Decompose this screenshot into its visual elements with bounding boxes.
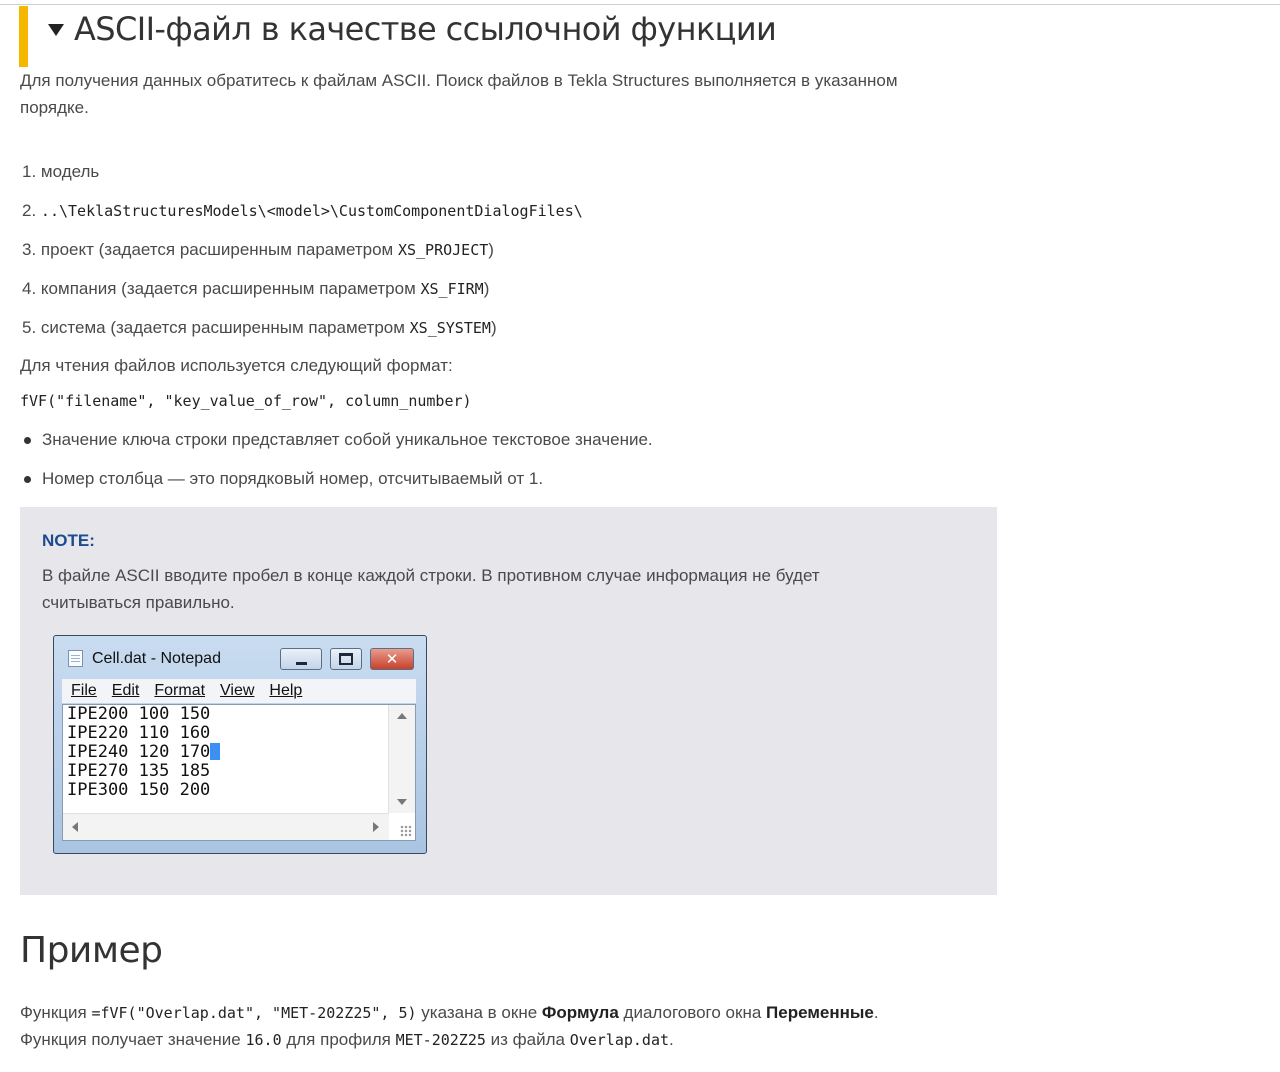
maximize-icon <box>339 653 353 665</box>
menu-edit: Edit <box>111 682 140 699</box>
minimize-icon <box>295 661 307 665</box>
menu-help: Help <box>269 682 303 699</box>
list-text: модель <box>40 162 100 181</box>
list-tail: ) <box>490 318 497 337</box>
path-code: ..\TeklaStructuresModels\<model>\CustomC… <box>40 202 583 220</box>
data-line: IPE240 120 170 <box>67 742 221 762</box>
section-title-text: ASCII-файл в качестве ссылочной функции <box>74 10 777 48</box>
section-accent-bar <box>19 6 28 67</box>
vertical-scrollbar <box>388 705 415 813</box>
top-divider <box>0 4 1280 5</box>
example-heading: Пример <box>20 930 163 971</box>
note-title: NOTE: <box>42 531 95 550</box>
collapse-triangle-icon[interactable] <box>48 24 64 36</box>
example-text: . <box>873 1003 879 1022</box>
example-text: . <box>669 1030 674 1049</box>
example-text: указана в окне <box>421 1003 538 1022</box>
list-number: 3. <box>22 240 37 259</box>
scroll-right-icon <box>373 822 379 832</box>
data-line: IPE220 110 160 <box>67 724 220 743</box>
notepad-content: IPE200 100 150 IPE220 110 160 IPE240 120 1… <box>67 704 221 800</box>
note-box: NOTE: В файле ASCII вводите пробел в кон… <box>20 507 997 895</box>
scroll-up-icon <box>397 713 407 719</box>
example-text: Функция получает значение <box>20 1030 241 1049</box>
horizontal-scrollbar <box>63 813 389 840</box>
scroll-left-icon <box>72 822 78 832</box>
notepad-titlebar: Cell.dat - Notepad ✕ <box>54 636 426 676</box>
intro-text-2: порядке. <box>20 98 89 117</box>
note-line: В файле ASCII вводите пробел в конце каж… <box>42 566 820 585</box>
list-number: 5. <box>22 318 37 337</box>
list-text: проект (задается расширенным параметром <box>40 240 394 259</box>
example-paragraph-1: Функция =fVF("Overlap.dat", "MET-202Z25"… <box>20 999 879 1027</box>
list-number: 4. <box>22 279 37 298</box>
bullet-dot-icon <box>24 476 31 483</box>
example-text: диалогового окна <box>623 1003 762 1022</box>
formula-code: =fVF("Overlap.dat", "MET-202Z25", 5) <box>91 1004 417 1022</box>
maximize-button <box>330 648 362 670</box>
data-line-text: IPE240 120 170 <box>67 742 211 762</box>
list-item: 3. проект (задается расширенным параметр… <box>22 238 494 262</box>
example-text: для профиля <box>286 1030 391 1049</box>
example-paragraph-2: Функция получает значение 16.0 для профи… <box>20 1026 674 1054</box>
scroll-down-icon <box>397 799 407 805</box>
notepad-app-icon <box>68 650 83 667</box>
menu-view: View <box>220 682 255 699</box>
resize-grip-icon <box>400 825 412 837</box>
bullet-item: Номер столбца — это порядковый номер, от… <box>42 469 544 488</box>
notepad-title: Cell.dat - Notepad <box>92 650 221 667</box>
list-item: 2. ..\TeklaStructuresModels\<model>\Cust… <box>22 199 583 223</box>
data-line: IPE200 100 150 <box>67 704 211 724</box>
notepad-menubar: File Edit Format View Help <box>62 679 416 703</box>
data-line-text: IPE220 110 160 <box>67 723 211 743</box>
menu-format: Format <box>154 682 206 699</box>
notepad-window-image: Cell.dat - Notepad ✕ File Edit Format Vi… <box>53 635 427 854</box>
data-line: IPE300 150 200 <box>67 780 211 800</box>
variables-dialog-name: Переменные <box>766 1003 874 1022</box>
profile-code: MET-202Z25 <box>395 1031 486 1049</box>
list-number: 1. <box>22 162 37 181</box>
list-item: 5. система (задается расширенным парамет… <box>22 316 497 340</box>
minimize-button <box>280 648 322 670</box>
intro-text: Для получения данных обратитесь к файлам… <box>20 71 898 90</box>
param-code: XS_PROJECT <box>397 241 489 259</box>
close-icon: ✕ <box>385 651 399 668</box>
notepad-text-area: IPE200 100 150 IPE220 110 160 IPE240 120 1… <box>62 704 416 841</box>
menu-file: File <box>71 682 97 699</box>
file-code: Overlap.dat <box>569 1031 670 1049</box>
section-title[interactable]: ASCII-файл в качестве ссылочной функции <box>48 10 777 48</box>
close-button: ✕ <box>370 648 414 670</box>
list-number: 2. <box>22 201 37 220</box>
formula-window-name: Формула <box>541 1003 619 1022</box>
list-tail: ) <box>483 279 490 298</box>
note-text: В файле ASCII вводите пробел в конце каж… <box>42 562 942 616</box>
bullet-item: Значение ключа строки представляет собой… <box>42 430 653 449</box>
list-text: система (задается расширенным параметром <box>40 318 405 337</box>
list-item: 4. компания (задается расширенным параме… <box>22 277 489 301</box>
list-tail: ) <box>488 240 494 259</box>
example-text: Функция <box>20 1003 87 1022</box>
value-code: 16.0 <box>245 1031 282 1049</box>
list-text: компания (задается расширенным параметро… <box>40 279 416 298</box>
bullet-dot-icon <box>24 437 31 444</box>
data-line: IPE270 135 185 <box>67 761 211 781</box>
list-item: 1. модель <box>22 160 99 184</box>
param-code: XS_FIRM <box>420 280 484 298</box>
param-code: XS_SYSTEM <box>409 319 491 337</box>
example-text: из файла <box>490 1030 565 1049</box>
selection-caret <box>210 743 221 760</box>
note-line: считываться правильно. <box>42 593 235 612</box>
format-label: Для чтения файлов используется следующий… <box>20 356 453 375</box>
format-code: fVF("filename", "key_value_of_row", colu… <box>20 392 472 410</box>
